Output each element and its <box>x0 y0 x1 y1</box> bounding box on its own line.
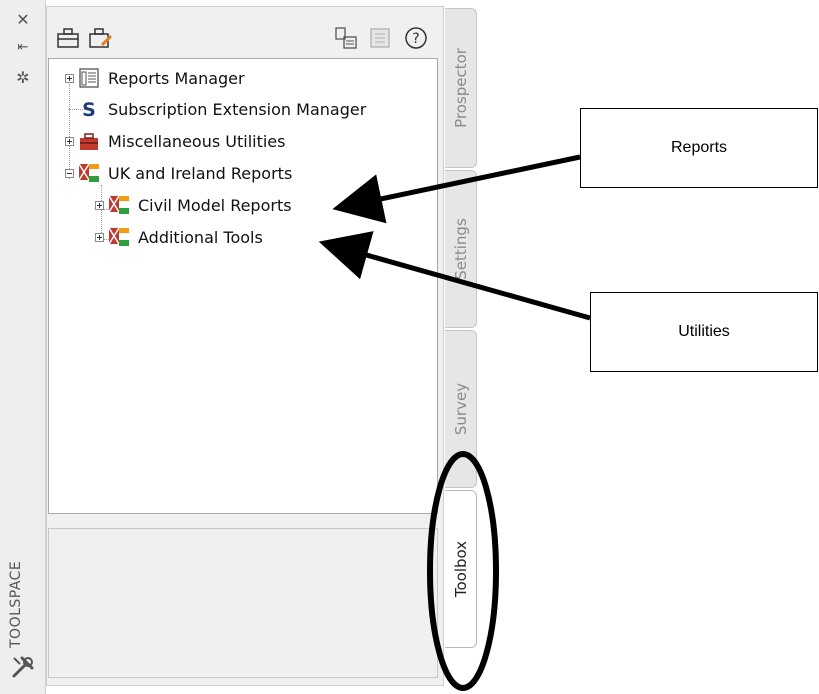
help-icon[interactable]: ? <box>403 25 429 51</box>
tab-settings[interactable]: Settings <box>445 170 477 328</box>
callout-reports: Reports <box>580 108 818 188</box>
tools-icon <box>12 656 34 678</box>
tree-node-subscription-extension-manager[interactable]: S Subscription Extension Manager <box>65 98 366 120</box>
reports-toolbar-icon[interactable] <box>333 25 359 51</box>
uk-flag-icon <box>108 227 129 246</box>
toolbox-tree[interactable]: Reports Manager S Subscription Extension… <box>48 58 438 514</box>
tree-node-civil-model-reports[interactable]: Civil Model Reports <box>95 194 292 216</box>
close-icon[interactable]: ✕ <box>12 10 34 30</box>
uk-flag-icon <box>108 195 129 214</box>
uk-flag-icon <box>78 163 99 182</box>
toolbox-toolbar-icon[interactable] <box>55 25 81 51</box>
tab-toolbox[interactable]: Toolbox <box>445 490 477 648</box>
tab-survey[interactable]: Survey <box>445 330 477 488</box>
tree-node-additional-tools[interactable]: Additional Tools <box>95 226 263 248</box>
toolbox-icon <box>80 133 98 150</box>
item-view-pane <box>48 528 438 678</box>
properties-icon[interactable]: ✲ <box>12 68 34 88</box>
tree-node-uk-and-ireland-reports[interactable]: UK and Ireland Reports <box>65 162 292 184</box>
tree-node-label: Miscellaneous Utilities <box>108 131 286 151</box>
tree-node-label: Reports Manager <box>108 68 245 88</box>
svg-text:?: ? <box>412 31 419 47</box>
svg-text:S: S <box>82 99 96 120</box>
tree-node-miscellaneous-utilities[interactable]: Miscellaneous Utilities <box>65 130 285 152</box>
tree-node-label: Additional Tools <box>138 227 263 247</box>
tree-node-reports-manager[interactable]: Reports Manager <box>65 67 245 89</box>
edit-toolbox-icon[interactable] <box>87 25 113 51</box>
expand-icon[interactable] <box>95 232 104 242</box>
palette-title: TOOLSPACE <box>8 560 24 648</box>
expand-icon[interactable] <box>65 136 74 146</box>
auto-hide-icon[interactable]: ⇤ <box>12 38 34 58</box>
callout-utilities: Utilities <box>590 292 818 372</box>
reports-manager-icon <box>79 68 99 88</box>
properties-disabled-icon[interactable] <box>367 25 393 51</box>
expand-icon[interactable] <box>65 73 74 83</box>
collapse-icon[interactable] <box>65 168 74 178</box>
tree-node-label: UK and Ireland Reports <box>108 163 293 183</box>
tree-node-label: Subscription Extension Manager <box>108 99 367 119</box>
tree-node-label: Civil Model Reports <box>138 195 292 215</box>
palette-strip: ✕ ⇤ ✲ TOOLSPACE <box>0 0 46 694</box>
subscription-s-icon: S <box>82 99 96 120</box>
tab-prospector[interactable]: Prospector <box>445 8 477 168</box>
expand-icon[interactable] <box>95 200 104 210</box>
